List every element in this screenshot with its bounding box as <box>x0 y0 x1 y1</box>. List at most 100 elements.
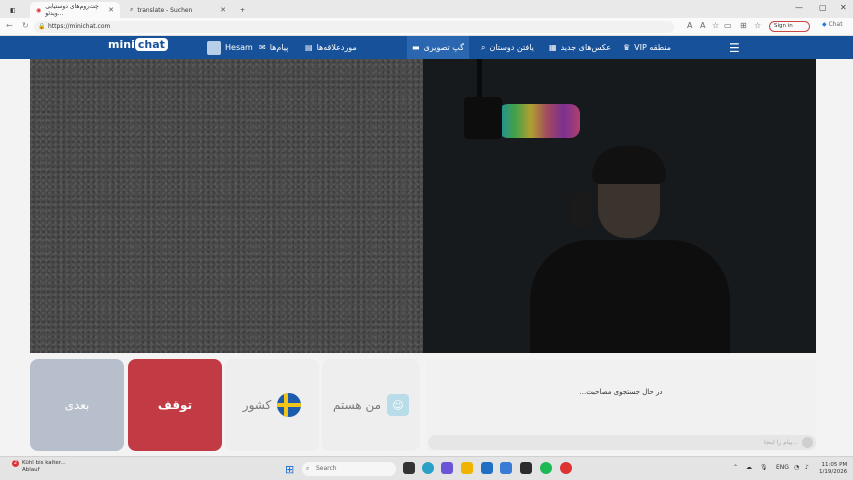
close-icon[interactable]: ✕ <box>220 6 226 14</box>
envelope-icon: ✉ <box>259 43 266 52</box>
cards-icon: ▤ <box>305 43 313 52</box>
notification-badge: 2 <box>12 460 19 467</box>
mic-rgb-light <box>498 104 580 138</box>
weather-widget[interactable]: Kühl bis kalter... Ablauf <box>22 460 66 474</box>
nav-favorites-label: موردعلاقه‌ها <box>316 43 357 52</box>
translate-icon[interactable]: A <box>687 21 692 30</box>
tab-translate[interactable]: ⌕ translate - Suchen ✕ <box>124 2 232 18</box>
remote-video-static <box>30 59 423 353</box>
recording-icon: ◉ <box>36 6 42 14</box>
crown-icon: ♛ <box>623 43 631 52</box>
clock-date: 1/19/2026 <box>819 469 848 475</box>
minimize-icon[interactable]: — <box>795 3 803 12</box>
tray-mic-icon[interactable]: 🎙 <box>760 464 768 471</box>
copilot-icon: ◆ <box>822 21 827 28</box>
nav-find-friends-label: یافتن دوستان <box>489 43 534 52</box>
language-indicator[interactable]: ENG <box>776 464 789 471</box>
maximize-icon[interactable]: ▢ <box>819 3 827 12</box>
nav-vip-label: VIP منطقه <box>634 43 671 52</box>
nav-messages[interactable]: ✉ پیام‌ها <box>254 36 293 59</box>
user-profile[interactable]: Hesam <box>202 36 258 59</box>
nav-favorites[interactable]: ▤ موردعلاقه‌ها <box>300 36 362 59</box>
windows-start-icon[interactable]: ⊞ <box>285 463 294 476</box>
copilot-chat-button[interactable]: ◆ Chat <box>822 21 843 28</box>
store-icon[interactable] <box>481 462 493 474</box>
country-label: کشور <box>242 398 272 412</box>
mic-arm <box>477 59 482 99</box>
spotify-icon[interactable] <box>540 462 552 474</box>
edge-icon[interactable] <box>422 462 434 474</box>
chat-input[interactable]: پیام را اینجا... <box>428 435 816 450</box>
next-label: بعدی <box>64 398 90 412</box>
chat-bubble-icon: ▬ <box>412 43 420 52</box>
taskbar-clock[interactable]: 11:05 PM 1/19/2026 <box>819 462 847 476</box>
url-text: https://minichat.com <box>48 23 111 30</box>
nav-video-chat-label: گپ تصویری <box>423 43 464 52</box>
taskbar-search-label: Search <box>316 465 337 472</box>
country-selector[interactable]: کشور <box>225 359 319 451</box>
person-hair <box>592 146 666 184</box>
minichat-logo[interactable]: mini chat <box>108 38 168 51</box>
search-status-text: ...در حال جستجوی مصاحبت <box>579 388 663 396</box>
emoji-icon[interactable] <box>802 437 813 448</box>
tab-label: translate - Suchen <box>137 6 193 14</box>
refresh-icon[interactable]: ↻ <box>22 21 29 30</box>
stop-label: توقف <box>157 398 193 412</box>
terminal-icon[interactable] <box>520 462 532 474</box>
username: Hesam <box>225 43 253 52</box>
search-icon: ⌕ <box>481 42 486 52</box>
new-tab-button[interactable]: + <box>234 2 251 18</box>
chat-input-placeholder: پیام را اینجا... <box>764 439 798 446</box>
logo-text-chat: chat <box>134 38 168 51</box>
search-icon: ⌕ <box>306 465 310 472</box>
url-field[interactable]: 🔒 https://minichat.com <box>34 21 674 33</box>
tray-chevron-icon[interactable]: ⌃ <box>733 464 738 471</box>
nav-new-photos-label: عکس‌های جدید <box>560 43 611 52</box>
weather-line2: Ablauf <box>22 467 40 473</box>
sweden-flag-icon <box>277 393 302 417</box>
gender-selector[interactable]: من هستم ☺ <box>322 359 420 451</box>
task-view-icon[interactable] <box>403 462 415 474</box>
sign-in-label: Sign in <box>774 23 793 29</box>
nav-video-chat[interactable]: ▬ گپ تصویری <box>407 36 469 59</box>
tab-minichat[interactable]: ◉ چت‌روم‌های دوستیابی ویدئو... ✕ <box>30 2 120 18</box>
favorites-icon[interactable]: ☆ <box>754 21 761 30</box>
nav-vip[interactable]: ♛ VIP منطقه <box>618 36 676 59</box>
extensions-icon[interactable]: ⊞ <box>740 21 747 30</box>
camera-icon[interactable]: ▭ <box>724 21 732 30</box>
sign-in-button[interactable]: Sign in <box>769 21 810 32</box>
volume-icon[interactable]: ♪ <box>805 464 809 471</box>
language-label: ENG <box>776 464 789 471</box>
plus-icon: + <box>240 6 246 14</box>
person-icon: ☺ <box>387 394 410 416</box>
network-icon[interactable]: ◔ <box>794 464 799 471</box>
tab-label: چت‌روم‌های دوستیابی ویدئو... <box>45 3 99 17</box>
close-window-icon[interactable]: ✕ <box>840 3 847 12</box>
read-aloud-icon[interactable]: A <box>700 21 705 30</box>
next-button[interactable]: بعدی <box>30 359 124 451</box>
back-icon[interactable]: ← <box>6 21 13 30</box>
file-explorer-icon[interactable] <box>461 462 473 474</box>
favorite-star-icon[interactable]: ☆ <box>712 21 719 30</box>
person-body <box>530 240 730 353</box>
copilot-icon[interactable] <box>441 462 453 474</box>
tab-menu-icon[interactable]: ◧ <box>10 7 16 14</box>
hamburger-menu-icon[interactable]: ☰ <box>724 36 745 59</box>
close-icon[interactable]: ✕ <box>108 6 114 14</box>
tab-actions-icon[interactable]: ◧ <box>4 2 22 18</box>
microphone <box>464 97 502 139</box>
nav-messages-label: پیام‌ها <box>269 43 289 52</box>
taskbar-search[interactable]: ⌕ Search <box>302 462 396 476</box>
chrome-icon[interactable] <box>560 462 572 474</box>
logo-text-mini: mini <box>108 38 135 51</box>
gender-label: من هستم <box>332 398 382 412</box>
nav-new-photos[interactable]: ▦ عکس‌های جدید <box>544 36 616 59</box>
avatar <box>207 40 221 55</box>
nav-find-friends[interactable]: ⌕ یافتن دوستان <box>476 36 539 59</box>
clock-time: 11:05 PM <box>821 462 848 468</box>
headphones <box>571 192 591 228</box>
photos-icon: ▦ <box>549 43 557 52</box>
tray-cloud-icon[interactable]: ☁ <box>746 464 752 471</box>
stop-button[interactable]: توقف <box>128 359 222 451</box>
outlook-icon[interactable] <box>500 462 512 474</box>
